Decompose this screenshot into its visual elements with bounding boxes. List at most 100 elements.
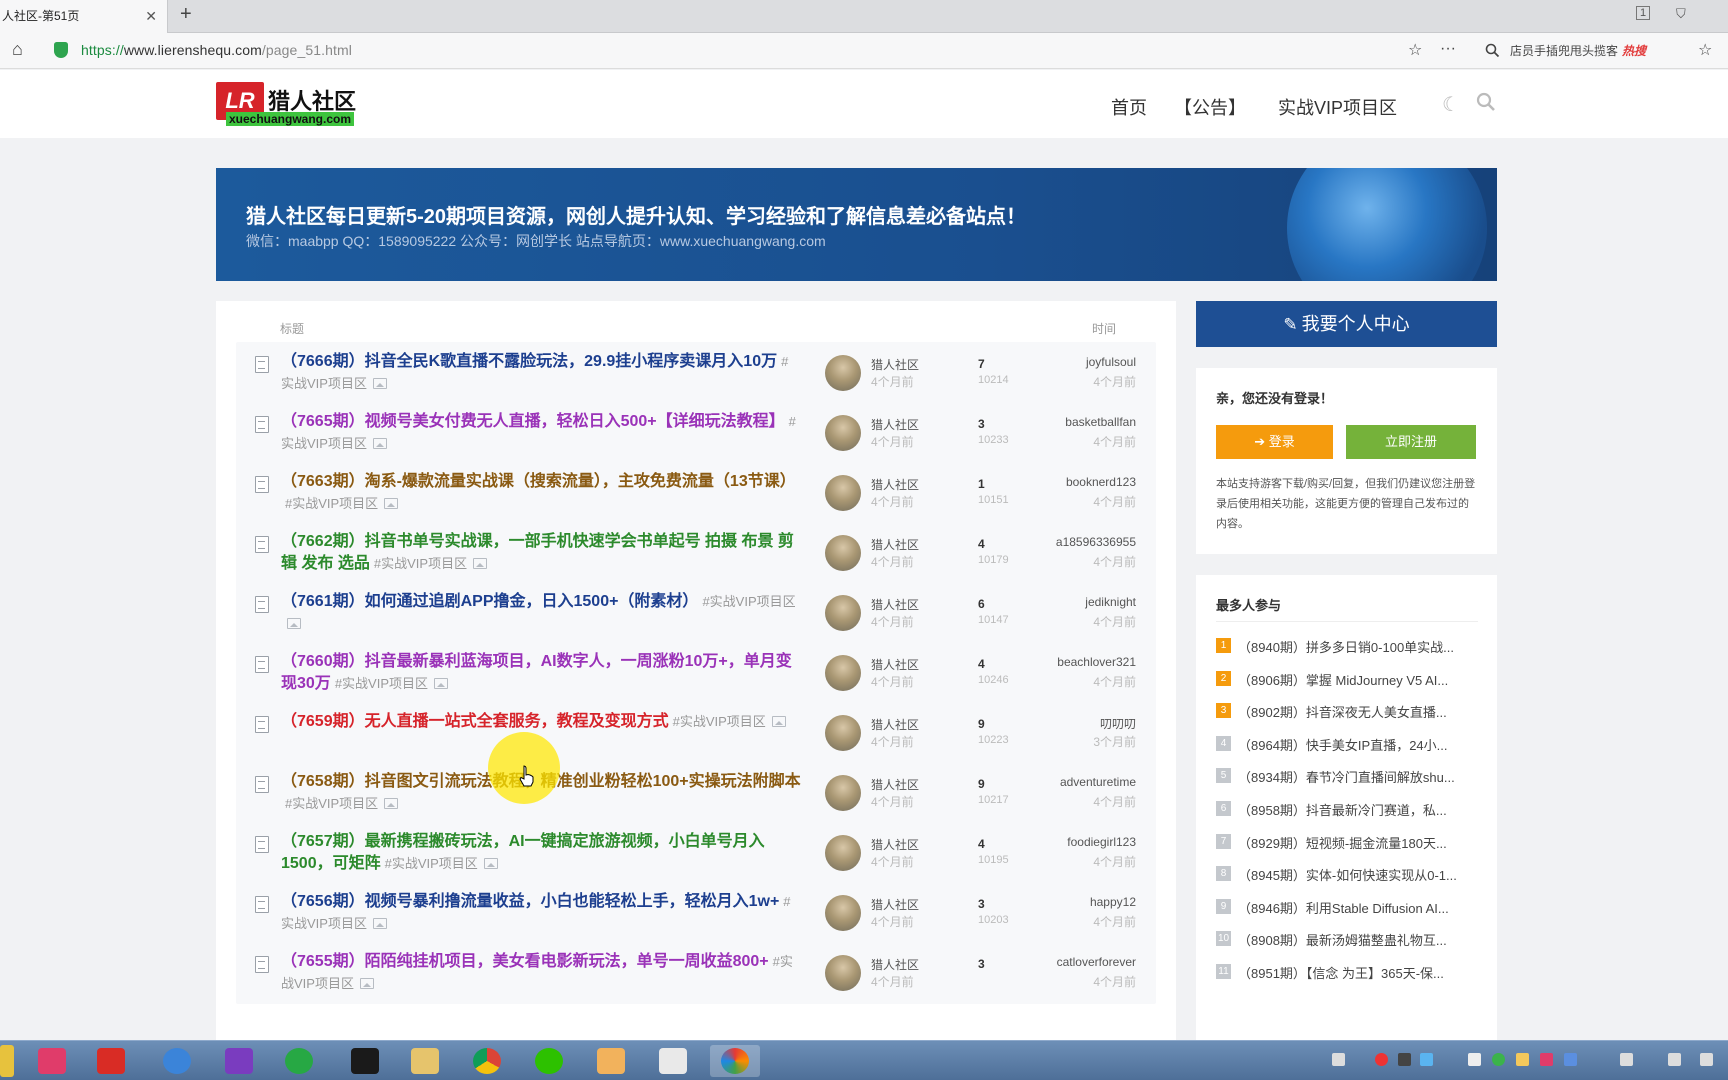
more-icon[interactable]: ···	[1440, 40, 1456, 58]
dark-mode-moon-icon[interactable]: ☾	[1442, 92, 1460, 117]
hot-topic-title[interactable]: （8958期）抖音最新冷门赛道，私...	[1238, 800, 1476, 819]
taskbar-app-qq[interactable]	[340, 1045, 390, 1077]
topic-title-block[interactable]: （7661期）如何通过追剧APP撸金，日入1500+（附素材） #实战VIP项目区	[281, 591, 801, 635]
topic-row[interactable]: （7656期）视频号暴利撸流量收益，小白也能轻松上手，轻松月入1w+ #实战VIP…	[236, 882, 1156, 944]
topic-category[interactable]: #实战VIP项目区	[385, 856, 478, 871]
hot-topic-item[interactable]: 3 （8902期）抖音深夜无人美女直播...	[1216, 702, 1478, 722]
taskbar-app-paint[interactable]	[586, 1045, 636, 1077]
hot-topic-item[interactable]: 11 （8951期）【信念 为王】365天-保...	[1216, 963, 1478, 983]
author-name[interactable]: 猎人社区	[871, 896, 919, 913]
tray-network-icon[interactable]	[1564, 1053, 1577, 1066]
hot-topic-title[interactable]: （8902期）抖音深夜无人美女直播...	[1238, 702, 1476, 721]
last-reply-user[interactable]: adventuretime	[1060, 775, 1136, 789]
topic-row[interactable]: （7665期）视频号美女付费无人直播，轻松日入500+【详细玩法教程】 #实战VI…	[236, 402, 1156, 464]
hot-topic-item[interactable]: 2 （8906期）掌握 MidJourney V5 AI...	[1216, 670, 1478, 690]
url-field[interactable]: https://www.lierenshequ.com/page_51.html	[81, 42, 352, 58]
last-reply-user[interactable]: foodiegirl123	[1067, 835, 1136, 849]
taskbar-app-explorer[interactable]	[400, 1045, 450, 1077]
topic-title[interactable]: （7663期）淘系-爆款流量实战课（搜索流量），主攻免费流量（13节课）	[281, 473, 796, 490]
hot-topic-title[interactable]: （8934期）春节冷门直播间解放shu...	[1238, 767, 1476, 786]
author-name[interactable]: 猎人社区	[871, 596, 919, 613]
author-name[interactable]: 猎人社区	[871, 416, 919, 433]
topic-title-block[interactable]: （7659期）无人直播一站式全套服务，教程及变现方式 #实战VIP项目区	[281, 711, 801, 733]
topic-row[interactable]: （7662期）抖音书单号实战课，一部手机快速学会书单起号 拍摄 布景 剪辑 发布…	[236, 522, 1156, 584]
avatar[interactable]	[825, 775, 861, 811]
topic-title[interactable]: （7655期）陌陌纯挂机项目，美女看电影新玩法，单号一周收益800+	[281, 953, 769, 970]
taskbar-app-browser-active[interactable]	[710, 1045, 760, 1077]
avatar[interactable]	[825, 475, 861, 511]
hot-topic-item[interactable]: 8 （8945期）实体-如何快速实现从0-1...	[1216, 865, 1478, 885]
last-reply-user[interactable]: booknerd123	[1066, 475, 1136, 489]
nav-home[interactable]: 首页	[1111, 94, 1147, 120]
topic-title-block[interactable]: （7662期）抖音书单号实战课，一部手机快速学会书单起号 拍摄 布景 剪辑 发布…	[281, 531, 801, 575]
tray-paint-icon[interactable]	[1516, 1053, 1529, 1066]
site-logo[interactable]: LR 猎人社区 xuechuangwang.com	[216, 80, 368, 128]
taskbar-app-wps[interactable]	[86, 1045, 136, 1077]
topic-title-block[interactable]: （7656期）视频号暴利撸流量收益，小白也能轻松上手，轻松月入1w+ #实战VIP…	[281, 891, 801, 935]
topic-title-block[interactable]: （7663期）淘系-爆款流量实战课（搜索流量），主攻免费流量（13节课） #实战V…	[281, 471, 801, 515]
search-icon[interactable]	[1485, 43, 1500, 58]
topic-title[interactable]: （7656期）视频号暴利撸流量收益，小白也能轻松上手，轻松月入1w+	[281, 893, 779, 910]
search-hint[interactable]: 店员手插兜甩头揽客 热搜	[1510, 42, 1646, 59]
avatar[interactable]	[825, 355, 861, 391]
avatar[interactable]	[825, 835, 861, 871]
avatar[interactable]	[825, 415, 861, 451]
avatar[interactable]	[825, 715, 861, 751]
secure-shield-icon[interactable]	[54, 42, 68, 58]
hot-topic-item[interactable]: 10 （8908期）最新汤姆猫整蛊礼物互...	[1216, 930, 1478, 950]
last-reply-user[interactable]: happy12	[1090, 895, 1136, 909]
tray-green-icon[interactable]	[1492, 1053, 1505, 1066]
tray-clock-icon[interactable]	[1668, 1053, 1681, 1066]
topic-title[interactable]: （7657期）最新携程搬砖玩法，AI一键搞定旅游视频，小白单号月入1500，可矩…	[281, 833, 765, 872]
taskbar-app-chrome[interactable]	[462, 1045, 512, 1077]
hot-topic-item[interactable]: 6 （8958期）抖音最新冷门赛道，私...	[1216, 800, 1478, 820]
topic-title[interactable]: （7659期）无人直播一站式全套服务，教程及变现方式	[281, 713, 669, 730]
user-center-button[interactable]: ✎ 我要个人中心	[1196, 301, 1497, 347]
avatar[interactable]	[825, 955, 861, 991]
start-button[interactable]	[0, 1045, 14, 1077]
topic-category[interactable]: #实战VIP项目区	[702, 594, 795, 609]
last-reply-user[interactable]: beachlover321	[1057, 655, 1136, 669]
topic-category[interactable]: #实战VIP项目区	[673, 714, 766, 729]
author-name[interactable]: 猎人社区	[871, 956, 919, 973]
hot-topic-item[interactable]: 5 （8934期）春节冷门直播间解放shu...	[1216, 767, 1478, 787]
topic-row[interactable]: （7663期）淘系-爆款流量实战课（搜索流量），主攻免费流量（13节课） #实战V…	[236, 462, 1156, 524]
author-name[interactable]: 猎人社区	[871, 356, 919, 373]
hot-topic-item[interactable]: 7 （8929期）短视频-掘金流量180天...	[1216, 833, 1478, 853]
taskbar-app-frame[interactable]	[214, 1045, 264, 1077]
taskbar-app-video[interactable]	[27, 1045, 77, 1077]
hot-topic-item[interactable]: 9 （8946期）利用Stable Diffusion AI...	[1216, 898, 1478, 918]
last-reply-user[interactable]: jediknight	[1085, 595, 1136, 609]
hot-topic-title[interactable]: （8908期）最新汤姆猫整蛊礼物互...	[1238, 930, 1476, 949]
tray-flag-icon[interactable]	[1332, 1053, 1345, 1066]
topic-row[interactable]: （7660期）抖音最新暴利蓝海项目，AI数字人，一周涨粉10万+，单月变现30万…	[236, 642, 1156, 704]
hot-topic-title[interactable]: （8951期）【信念 为王】365天-保...	[1238, 963, 1476, 982]
tray-video-icon[interactable]	[1540, 1053, 1553, 1066]
shirt-icon[interactable]: ⛉	[1676, 6, 1686, 22]
hot-topic-title[interactable]: （8945期）实体-如何快速实现从0-1...	[1238, 865, 1476, 884]
topic-row[interactable]: （7666期）抖音全民K歌直播不露脸玩法，29.9挂小程序卖课月入10万 #实战V…	[236, 342, 1156, 404]
favorites-icon[interactable]: ☆	[1698, 40, 1712, 60]
avatar[interactable]	[825, 655, 861, 691]
topic-row[interactable]: （7657期）最新携程搬砖玩法，AI一键搞定旅游视频，小白单号月入1500，可矩…	[236, 822, 1156, 884]
topic-title[interactable]: （7662期）抖音书单号实战课，一部手机快速学会书单起号 拍摄 布景 剪辑 发布…	[281, 533, 794, 572]
tab-close-icon[interactable]: ✕	[145, 0, 157, 33]
avatar[interactable]	[825, 595, 861, 631]
last-reply-user[interactable]: catloverforever	[1057, 955, 1136, 969]
hot-topic-title[interactable]: （8964期）快手美女IP直播，24小...	[1238, 735, 1476, 754]
tray-notification-icon[interactable]	[1700, 1053, 1713, 1066]
topic-category[interactable]: #实战VIP项目区	[285, 796, 378, 811]
tray-cloud-icon[interactable]	[1420, 1053, 1433, 1066]
topic-title-block[interactable]: （7660期）抖音最新暴利蓝海项目，AI数字人，一周涨粉10万+，单月变现30万…	[281, 651, 801, 695]
hot-topic-item[interactable]: 4 （8964期）快手美女IP直播，24小...	[1216, 735, 1478, 755]
topic-title[interactable]: （7661期）如何通过追剧APP撸金，日入1500+（附素材）	[281, 593, 698, 610]
hot-topic-title[interactable]: （8929期）短视频-掘金流量180天...	[1238, 833, 1476, 852]
topic-category[interactable]: #实战VIP项目区	[335, 676, 428, 691]
bookmark-star-icon[interactable]: ☆	[1408, 40, 1422, 60]
taskbar-app-cloud[interactable]	[152, 1045, 202, 1077]
topic-title[interactable]: （7665期）视频号美女付费无人直播，轻松日入500+【详细玩法教程】	[281, 413, 785, 430]
topic-title[interactable]: （7666期）抖音全民K歌直播不露脸玩法，29.9挂小程序卖课月入10万	[281, 353, 777, 370]
tray-printer-icon[interactable]	[1468, 1053, 1481, 1066]
topic-title-block[interactable]: （7665期）视频号美女付费无人直播，轻松日入500+【详细玩法教程】 #实战VI…	[281, 411, 801, 455]
last-reply-user[interactable]: a18596336955	[1056, 535, 1136, 549]
